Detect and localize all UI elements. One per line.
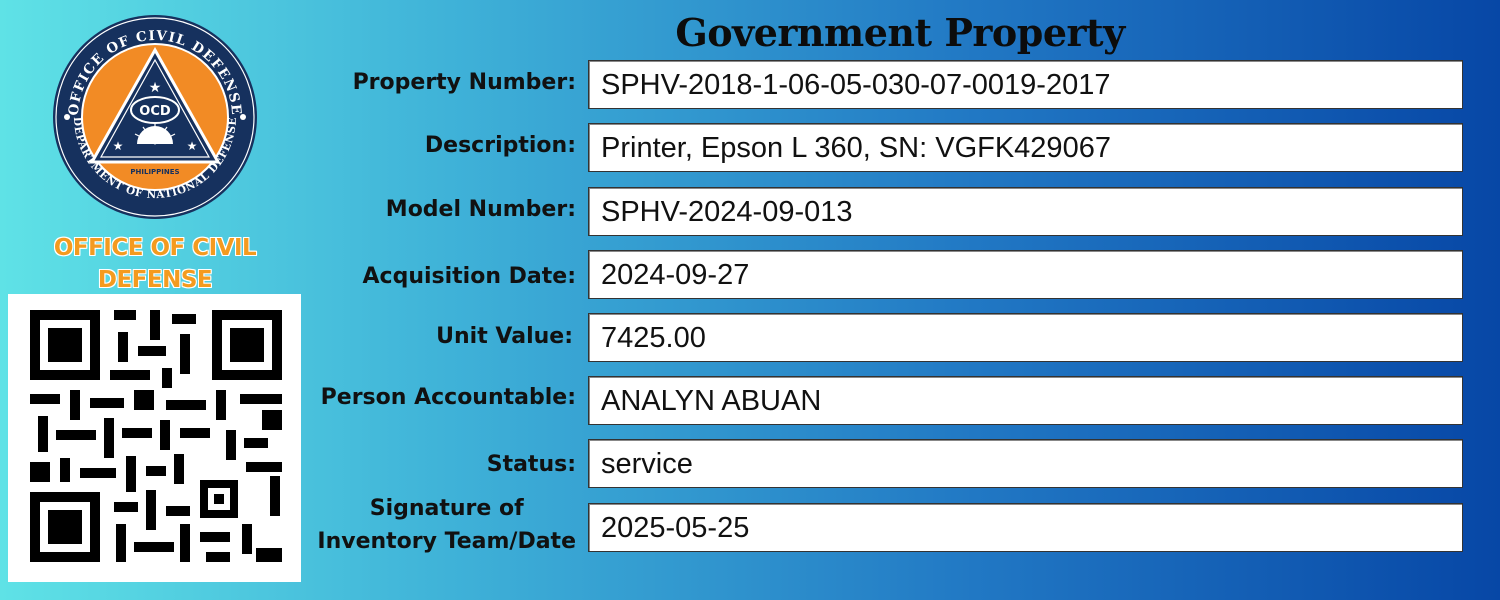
acquisition-date-field[interactable]: 2024-09-27 <box>588 250 1463 299</box>
signature-label: Signature of Inventory Team/Date <box>317 492 576 558</box>
svg-text:★: ★ <box>149 80 162 96</box>
organization-name-line2: DEFENSE <box>97 267 213 293</box>
property-number-field[interactable]: SPHV-2018-1-06-05-030-07-0019-2017 <box>588 60 1463 109</box>
model-number-label: Model Number: <box>385 197 576 222</box>
status-field[interactable]: service <box>588 439 1463 488</box>
acquisition-date-label: Acquisition Date: <box>362 264 577 289</box>
person-accountable-label: Person Accountable: <box>320 385 576 410</box>
svg-text:★: ★ <box>187 139 198 153</box>
signature-date-field[interactable]: 2025-05-25 <box>588 503 1463 552</box>
ocd-seal-logo: OFFICE OF CIVIL DEFENSE DEPARTMENT OF NA… <box>53 15 257 219</box>
page-title: Government Property <box>675 10 1125 55</box>
model-number-field[interactable]: SPHV-2024-09-013 <box>588 187 1463 236</box>
qr-code-icon <box>30 310 282 562</box>
qr-code <box>8 294 301 582</box>
seal-center-text: OCD <box>139 104 171 119</box>
status-label: Status: <box>486 452 576 477</box>
person-accountable-field[interactable]: ANALYN ABUAN <box>588 376 1463 425</box>
signature-label-line1: Signature of <box>369 496 524 521</box>
description-label: Description: <box>424 133 576 158</box>
unit-value-label: Unit Value: <box>436 324 573 349</box>
seal-country-text: PHILIPPINES <box>130 168 179 176</box>
svg-text:★: ★ <box>113 139 124 153</box>
signature-label-line2: Inventory Team/Date <box>317 529 576 554</box>
description-field[interactable]: Printer, Epson L 360, SN: VGFK429067 <box>588 123 1463 172</box>
organization-name: OFFICE OF CIVIL DEFENSE <box>20 232 290 296</box>
unit-value-field[interactable]: 7425.00 <box>588 313 1463 362</box>
organization-name-line1: OFFICE OF CIVIL <box>53 235 257 261</box>
property-number-label: Property Number: <box>352 70 576 95</box>
